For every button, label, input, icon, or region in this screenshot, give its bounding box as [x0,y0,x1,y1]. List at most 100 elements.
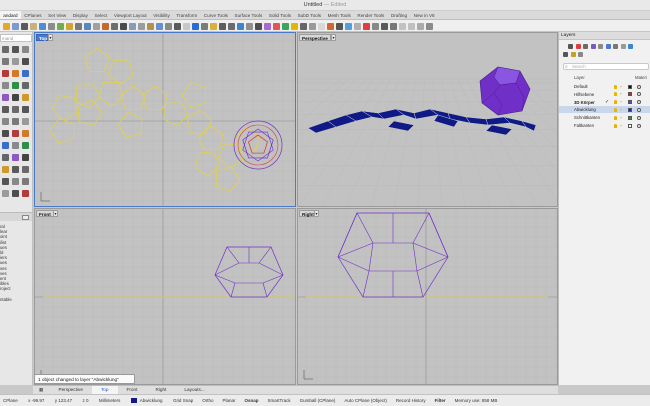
dimension-tool-icon[interactable] [22,94,29,101]
curve-tool-icon[interactable] [22,178,29,185]
transform-tool-icon[interactable] [2,154,9,161]
lock-icon[interactable] [200,22,208,30]
toolbar-tab[interactable]: Curve Tools [200,11,231,19]
line-tool-icon[interactable] [22,106,29,113]
rectangle-tool-icon[interactable] [12,130,19,137]
light-icon[interactable] [290,22,298,30]
toolbar-tab[interactable]: Display [70,11,92,19]
layer-material-icon[interactable] [637,107,641,112]
four-views-icon[interactable] [155,22,163,30]
layer-tools-icon[interactable] [620,44,626,49]
named-view-icon[interactable] [308,22,316,30]
surface-tool-icon[interactable] [2,142,9,149]
undo-icon[interactable] [74,22,82,30]
osnap-icon[interactable] [398,22,406,30]
arc-tool-icon[interactable] [2,130,9,137]
layer-material-icon[interactable] [637,115,641,120]
layer-row[interactable]: Faltkanten ⌐ [559,122,650,129]
object-type-item[interactable]: roject [0,286,32,291]
polygon-tool-icon[interactable] [22,130,29,137]
toolbar-tab[interactable]: New in V8 [410,11,438,19]
layer-material-icon[interactable] [637,123,641,128]
viewport-tab[interactable]: Right [146,386,175,394]
layer-lock-icon[interactable]: ⌐ [620,115,624,120]
status-cplane[interactable]: CPlane [3,395,18,406]
status-toggle[interactable]: Planar [222,395,235,406]
command-input[interactable]: mand [0,34,32,42]
mesh-tool-icon[interactable] [12,82,19,89]
status-toggle[interactable]: Filter [435,395,446,406]
render-tool-icon[interactable] [12,166,19,173]
zoom-extents-icon[interactable] [128,22,136,30]
add-viewport-icon[interactable]: ▦ [33,386,49,394]
analyze-tool-icon[interactable] [22,154,29,161]
viewport-right-menu-icon[interactable]: ▾ [314,210,319,217]
toolbar-tab[interactable]: Drafting [388,11,411,19]
polygon-tool-icon[interactable] [12,70,19,77]
options-icon[interactable] [425,22,433,30]
layer-up-icon[interactable] [590,44,596,49]
render-icon[interactable] [236,22,244,30]
toolbar-tab[interactable]: Select [91,11,110,19]
zoom-selected-icon[interactable] [137,22,145,30]
layer-row[interactable]: Hilfsebene ⌐ [559,91,650,98]
status-toggle[interactable]: Gumball (CPlane) [300,395,336,406]
status-toggle[interactable]: Grid Snap [173,395,193,406]
rotate-view-icon[interactable] [101,22,109,30]
layer-visible-bulb-icon[interactable] [614,100,617,105]
show-icon[interactable] [191,22,199,30]
hide-icon[interactable] [182,22,190,30]
viewport-front[interactable]: Front ▾ [34,208,296,385]
toolbar-tab[interactable]: Mesh Tools [324,11,354,19]
status-toggle[interactable]: Memory use: 858 MB [455,395,498,406]
mesh-tool-icon[interactable] [22,142,29,149]
sun-icon[interactable] [263,22,271,30]
new-sublayer-icon[interactable] [583,44,588,49]
layer-down-icon[interactable] [598,44,603,49]
render-tool-icon[interactable] [2,106,9,113]
color-wheel-icon[interactable] [272,22,280,30]
layer-color-swatch[interactable] [628,84,632,89]
layer-visible-bulb-icon[interactable] [614,107,617,112]
ghost-icon[interactable] [353,22,361,30]
layer-options-icon[interactable] [563,52,568,57]
command-icon[interactable] [371,22,379,30]
viewport-top[interactable]: Top ▾ [34,32,296,207]
toolbar-tab[interactable]: CPlanes [21,11,45,19]
viewport-tab[interactable]: Front [118,386,147,394]
status-toggle[interactable]: Osnap [244,395,258,406]
tools-icon[interactable] [281,22,289,30]
layer-color-swatch[interactable] [628,115,632,120]
arc-tool-icon[interactable] [22,58,29,65]
stop-icon[interactable] [362,22,370,30]
viewport-top-menu-icon[interactable]: ▾ [48,34,53,41]
toolbar-tab[interactable]: andard [0,11,21,19]
layer-row[interactable]: 3D Körper ✓ ⌐ [559,99,650,106]
layer-visible-bulb-icon[interactable] [614,115,617,120]
viewport-right[interactable]: Right ▾ [297,208,558,385]
toolbar-tab[interactable]: Render Tools [354,11,388,19]
toolbar-tab[interactable]: Viewport Layout [111,11,150,19]
filter-icon[interactable] [22,215,29,220]
filter-icon[interactable] [389,22,397,30]
cplane-icon[interactable] [317,22,325,30]
help-icon[interactable] [628,44,633,49]
collapse-icon[interactable] [578,52,583,57]
toolbar-tab[interactable]: Solid Tools [266,11,295,19]
expand-icon[interactable] [570,52,576,57]
toolbar-tab[interactable]: Set View [45,11,70,19]
new-file-icon[interactable] [2,22,10,30]
filter-icon[interactable] [605,44,611,49]
layer-visible-bulb-icon[interactable] [614,92,617,97]
circle-tool-icon[interactable] [22,118,29,125]
solid-tool-icon[interactable] [2,82,9,89]
point-tool-icon[interactable] [12,106,19,113]
viewport-perspective-menu-icon[interactable]: ▾ [331,34,336,41]
viewport-front-label[interactable]: Front [36,210,54,217]
solid-tool-icon[interactable] [12,142,19,149]
layer-row[interactable]: Schnittkanten ⌐ [559,114,650,121]
toolbar-tab[interactable]: SubD Tools [294,11,324,19]
status-toggle[interactable]: SmartTrack [268,395,291,406]
viewport-front-menu-icon[interactable]: ▾ [53,210,58,217]
layer-settings-icon[interactable] [613,44,618,49]
